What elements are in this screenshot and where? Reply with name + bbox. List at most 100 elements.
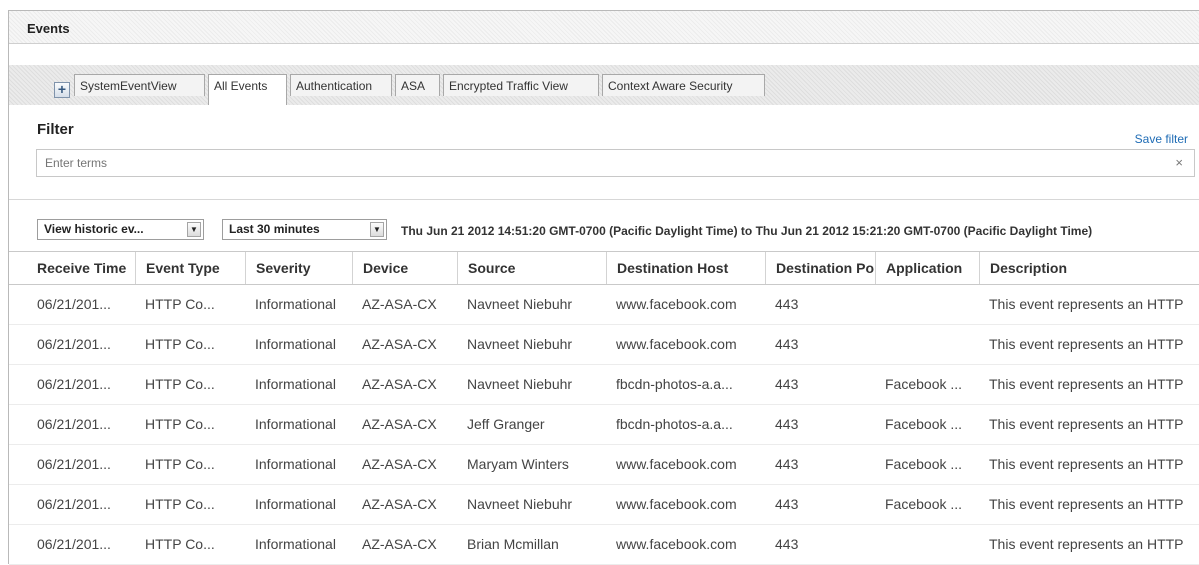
table-cell: 06/21/201... bbox=[37, 456, 111, 472]
table-cell: HTTP Co... bbox=[145, 296, 215, 312]
table-cell: HTTP Co... bbox=[145, 536, 215, 552]
table-cell: Navneet Niebuhr bbox=[467, 296, 573, 312]
table-cell: Informational bbox=[255, 296, 336, 312]
table-cell: Informational bbox=[255, 376, 336, 392]
table-cell: Brian Mcmillan bbox=[467, 536, 559, 552]
table-cell: Informational bbox=[255, 456, 336, 472]
column-header[interactable]: Application bbox=[875, 252, 979, 284]
table-cell: AZ-ASA-CX bbox=[362, 536, 437, 552]
table-cell: 443 bbox=[775, 296, 799, 312]
column-header[interactable]: Severity bbox=[245, 252, 352, 284]
table-cell: Navneet Niebuhr bbox=[467, 496, 573, 512]
table-cell: 443 bbox=[775, 336, 799, 352]
clear-filter-icon[interactable]: × bbox=[1175, 155, 1183, 170]
table-cell: Facebook ... bbox=[885, 456, 963, 472]
table-row[interactable]: 06/21/201... HTTP Co... Informational AZ-AS… bbox=[9, 364, 1199, 405]
table-cell: 443 bbox=[775, 496, 799, 512]
tab-all-events[interactable]: All Events bbox=[208, 74, 287, 105]
chevron-down-icon[interactable]: ▼ bbox=[187, 222, 201, 237]
time-range-select[interactable]: Last 30 minutes ▼ bbox=[222, 219, 387, 240]
table-cell: AZ-ASA-CX bbox=[362, 496, 437, 512]
table-row[interactable]: 06/21/201... HTTP Co... Informational AZ-AS… bbox=[9, 484, 1199, 525]
table-cell: Navneet Niebuhr bbox=[467, 336, 573, 352]
table-row[interactable]: 06/21/201... HTTP Co... Informational AZ-AS… bbox=[9, 404, 1199, 445]
panel-title-bar: Events bbox=[9, 11, 1199, 44]
table-cell: This event represents an HTTP bbox=[989, 496, 1184, 512]
events-panel: Events + SystemEventView All Events Auth… bbox=[8, 10, 1199, 565]
add-tab-button[interactable]: + bbox=[54, 82, 70, 98]
table-cell: AZ-ASA-CX bbox=[362, 296, 437, 312]
table-cell: This event represents an HTTP bbox=[989, 296, 1184, 312]
table-cell: Informational bbox=[255, 496, 336, 512]
time-range-label: Thu Jun 21 2012 14:51:20 GMT-0700 (Pacif… bbox=[401, 224, 1093, 238]
table-cell: 06/21/201... bbox=[37, 376, 111, 392]
table-cell: 06/21/201... bbox=[37, 416, 111, 432]
table-cell: 06/21/201... bbox=[37, 536, 111, 552]
column-header[interactable]: Device bbox=[352, 252, 457, 284]
table-cell: Facebook ... bbox=[885, 496, 963, 512]
tab-systemeventview[interactable]: SystemEventView bbox=[74, 74, 205, 96]
column-header[interactable]: Receive Time bbox=[27, 252, 135, 284]
filter-heading: Filter bbox=[37, 121, 74, 138]
table-cell bbox=[875, 324, 979, 364]
filter-search-input[interactable] bbox=[36, 149, 1195, 177]
table-cell: This event represents an HTTP bbox=[989, 456, 1184, 472]
tab-authentication[interactable]: Authentication bbox=[290, 74, 392, 96]
chevron-down-icon[interactable]: ▼ bbox=[370, 222, 384, 237]
table-cell: fbcdn-photos-a.a... bbox=[616, 376, 733, 392]
table-cell: Informational bbox=[255, 416, 336, 432]
view-historic-select[interactable]: View historic ev... ▼ bbox=[37, 219, 204, 240]
table-cell: Navneet Niebuhr bbox=[467, 376, 573, 392]
time-range-select-value: Last 30 minutes bbox=[229, 222, 320, 236]
table-cell: www.facebook.com bbox=[616, 456, 737, 472]
table-cell: 06/21/201... bbox=[37, 336, 111, 352]
view-historic-select-value: View historic ev... bbox=[44, 222, 144, 236]
tab-context-aware-security[interactable]: Context Aware Security bbox=[602, 74, 765, 96]
table-cell: Facebook ... bbox=[885, 376, 963, 392]
table-cell: www.facebook.com bbox=[616, 296, 737, 312]
table-cell: AZ-ASA-CX bbox=[362, 336, 437, 352]
table-cell bbox=[875, 524, 979, 564]
table-row[interactable]: 06/21/201... HTTP Co... Informational AZ-AS… bbox=[9, 284, 1199, 325]
table-cell: HTTP Co... bbox=[145, 336, 215, 352]
table-row[interactable]: 06/21/201... HTTP Co... Informational AZ-AS… bbox=[9, 524, 1199, 565]
table-cell: Informational bbox=[255, 336, 336, 352]
column-header[interactable]: Event Type bbox=[135, 252, 245, 284]
column-header[interactable]: Description bbox=[979, 252, 1199, 284]
table-cell: AZ-ASA-CX bbox=[362, 376, 437, 392]
table-cell: This event represents an HTTP bbox=[989, 336, 1184, 352]
table-cell: AZ-ASA-CX bbox=[362, 416, 437, 432]
table-cell: This event represents an HTTP bbox=[989, 376, 1184, 392]
table-cell: Maryam Winters bbox=[467, 456, 569, 472]
table-row[interactable]: 06/21/201... HTTP Co... Informational AZ-AS… bbox=[9, 324, 1199, 365]
table-cell: HTTP Co... bbox=[145, 416, 215, 432]
table-cell: HTTP Co... bbox=[145, 456, 215, 472]
save-filter-link[interactable]: Save filter bbox=[1135, 132, 1188, 146]
table-cell: 06/21/201... bbox=[37, 496, 111, 512]
column-header[interactable]: Destination Host bbox=[606, 252, 765, 284]
table-header: Receive Time Event Type Severity Device Sour… bbox=[9, 251, 1199, 285]
table-cell: Informational bbox=[255, 536, 336, 552]
tab-strip: + SystemEventView All Events Authenticat… bbox=[9, 65, 1199, 105]
table-cell: 443 bbox=[775, 416, 799, 432]
table-cell: 443 bbox=[775, 376, 799, 392]
table-cell: www.facebook.com bbox=[616, 496, 737, 512]
table-cell: www.facebook.com bbox=[616, 336, 737, 352]
table-cell: AZ-ASA-CX bbox=[362, 456, 437, 472]
table-cell: 443 bbox=[775, 456, 799, 472]
panel-title: Events bbox=[27, 21, 70, 36]
column-header[interactable]: Destination Po bbox=[765, 252, 875, 284]
table-cell: HTTP Co... bbox=[145, 376, 215, 392]
table-cell: Jeff Granger bbox=[467, 416, 545, 432]
tab-asa[interactable]: ASA bbox=[395, 74, 440, 96]
table-cell: fbcdn-photos-a.a... bbox=[616, 416, 733, 432]
table-cell: 443 bbox=[775, 536, 799, 552]
tab-encrypted-traffic-view[interactable]: Encrypted Traffic View bbox=[443, 74, 599, 96]
table-cell: www.facebook.com bbox=[616, 536, 737, 552]
table-cell: 06/21/201... bbox=[37, 296, 111, 312]
column-header[interactable]: Source bbox=[457, 252, 606, 284]
table-cell: This event represents an HTTP bbox=[989, 536, 1184, 552]
table-cell: HTTP Co... bbox=[145, 496, 215, 512]
table-row[interactable]: 06/21/201... HTTP Co... Informational AZ-AS… bbox=[9, 444, 1199, 485]
section-divider bbox=[9, 199, 1199, 200]
